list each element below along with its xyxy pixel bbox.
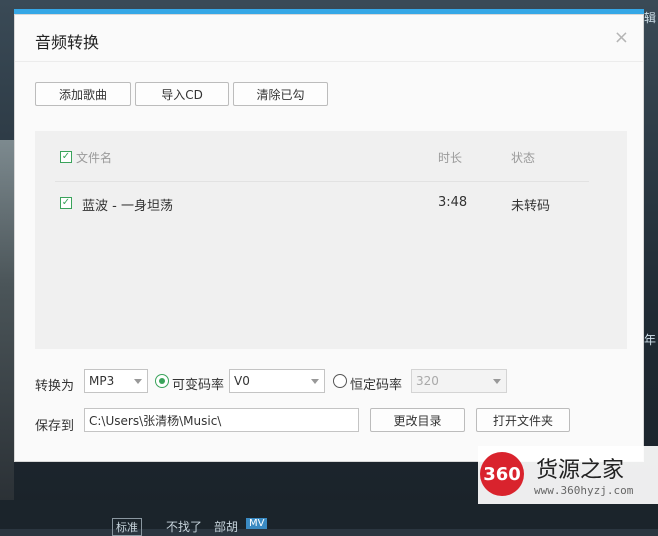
cbr-radio[interactable] [333,374,347,388]
save-path-field[interactable]: C:\Users\张清杨\Music\ [84,408,359,432]
watermark-logo: 360 [480,452,524,496]
vbr-label: 可变码率 [172,378,225,393]
chevron-down-icon [311,379,319,384]
vbr-select-value: V0 [234,374,250,388]
audio-convert-dialog: 音频转换 × 添加歌曲 导入CD 清除已勾 ✓ 文件名 时长 状态 ✓ 蓝波 -… [14,14,644,462]
background-text: 年 [643,333,656,347]
chevron-down-icon [134,379,142,384]
column-duration: 时长 [438,151,463,165]
column-status: 状态 [511,151,536,165]
vbr-radio[interactable] [155,374,169,388]
list-header-divider [55,181,589,182]
save-path-value: C:\Users\张清杨\Music\ [89,413,222,428]
watermark: 360 货源之家 www.360hyzj.com [478,446,658,504]
row-status: 未转码 [511,199,551,214]
background-quality-badge: 标准 [112,518,142,536]
background-text: 辑 [643,11,656,25]
import-cd-button[interactable]: 导入CD [135,82,229,106]
select-all-checkbox[interactable]: ✓ [60,151,72,163]
background-player-bar [0,500,658,529]
format-select-value: MP3 [89,374,115,388]
background-artist: 部胡 [214,520,239,534]
add-song-button[interactable]: 添加歌曲 [35,82,131,106]
convert-to-label: 转换为 [35,379,75,394]
watermark-title: 货源之家 [536,458,625,483]
format-select[interactable]: MP3 [84,369,148,393]
cbr-select[interactable]: 320 [411,369,507,393]
song-list: ✓ 文件名 时长 状态 ✓ 蓝波 - 一身坦荡 3:48 未转码 [35,131,627,349]
background-artwork [0,140,14,500]
vbr-select[interactable]: V0 [229,369,325,393]
dialog-title: 音频转换 [35,33,100,52]
row-filename: 蓝波 - 一身坦荡 [82,199,173,214]
close-icon[interactable]: × [614,27,629,48]
row-checkbox[interactable]: ✓ [60,197,72,209]
title-divider [15,61,643,62]
chevron-down-icon [493,379,501,384]
open-folder-button[interactable]: 打开文件夹 [476,408,570,432]
clear-checked-button[interactable]: 清除已勾 [233,82,328,106]
cbr-select-value: 320 [416,374,439,388]
cbr-label: 恒定码率 [350,378,403,393]
column-filename: 文件名 [76,151,113,165]
background-mv-badge: MV [246,518,268,529]
row-duration: 3:48 [438,195,468,210]
watermark-url: www.360hyzj.com [534,484,634,497]
background-song-title: 不找了 [166,520,203,534]
save-to-label: 保存到 [35,419,75,434]
change-directory-button[interactable]: 更改目录 [370,408,465,432]
